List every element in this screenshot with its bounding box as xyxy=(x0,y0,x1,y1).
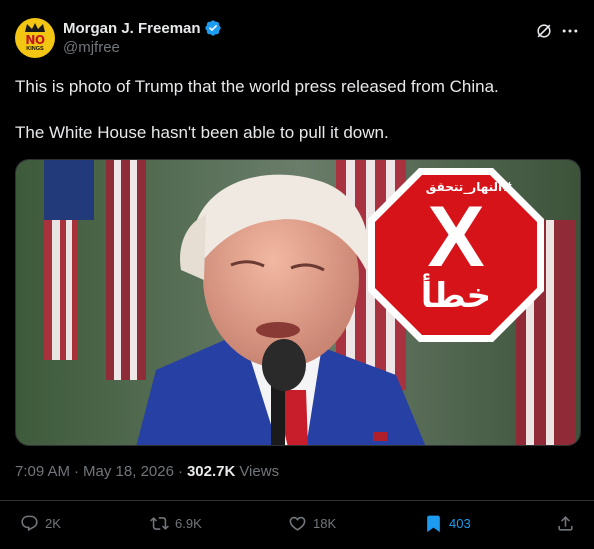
share-icon xyxy=(558,516,573,531)
action-bar: 2K 6.9K 18K 403 xyxy=(0,500,594,549)
avatar-no-text: NO xyxy=(25,33,45,47)
meta-separator: · xyxy=(74,463,80,480)
bookmark-icon xyxy=(427,515,440,533)
stop-x-mark: X xyxy=(427,189,485,285)
display-name[interactable]: Morgan J. Freeman xyxy=(63,20,201,37)
bookmark-count: 403 xyxy=(449,516,471,531)
repost-count: 6.9K xyxy=(175,516,202,531)
reply-count: 2K xyxy=(45,516,61,531)
repost-icon xyxy=(150,517,169,530)
avatar[interactable]: NO KINGS xyxy=(15,18,55,58)
name-row: Morgan J. Freeman xyxy=(63,18,222,38)
tweet-time[interactable]: 7:09 AM xyxy=(15,463,70,480)
verified-badge-icon[interactable] xyxy=(204,19,222,37)
like-button[interactable]: 18K xyxy=(288,514,336,533)
handle[interactable]: @mjfree xyxy=(63,39,120,56)
grok-icon[interactable] xyxy=(534,21,554,41)
like-icon xyxy=(289,516,306,531)
like-count: 18K xyxy=(313,516,337,531)
views-count[interactable]: 302.7K xyxy=(187,463,235,480)
stop-verdict: خطأ xyxy=(420,276,492,316)
tweet-text: This is photo of Trump that the world pr… xyxy=(15,75,580,144)
tweet-paragraph: This is photo of Trump that the world pr… xyxy=(15,77,499,96)
bookmark-button[interactable]: 403 xyxy=(424,514,471,533)
repost-button[interactable]: 6.9K xyxy=(150,514,202,533)
views-label: Views xyxy=(239,463,280,480)
share-button[interactable] xyxy=(556,514,581,533)
tweet-paragraph: The White House hasn't been able to pull… xyxy=(15,123,389,142)
meta-separator: · xyxy=(177,463,183,480)
tweet-photo[interactable]: #النهار_تتحقق X خطأ xyxy=(15,159,581,446)
reply-icon xyxy=(21,515,38,532)
tweet-header: NO KINGS Morgan J. Freeman @mjfree xyxy=(15,14,580,58)
crown-icon xyxy=(25,23,45,32)
tweet-date[interactable]: May 18, 2026 xyxy=(83,463,174,480)
more-icon[interactable] xyxy=(560,21,580,41)
tweet-meta: 7:09 AM · May 18, 2026 · 302.7K Views xyxy=(15,463,279,480)
avatar-kings-text: KINGS xyxy=(26,46,44,52)
reply-button[interactable]: 2K xyxy=(20,514,61,533)
